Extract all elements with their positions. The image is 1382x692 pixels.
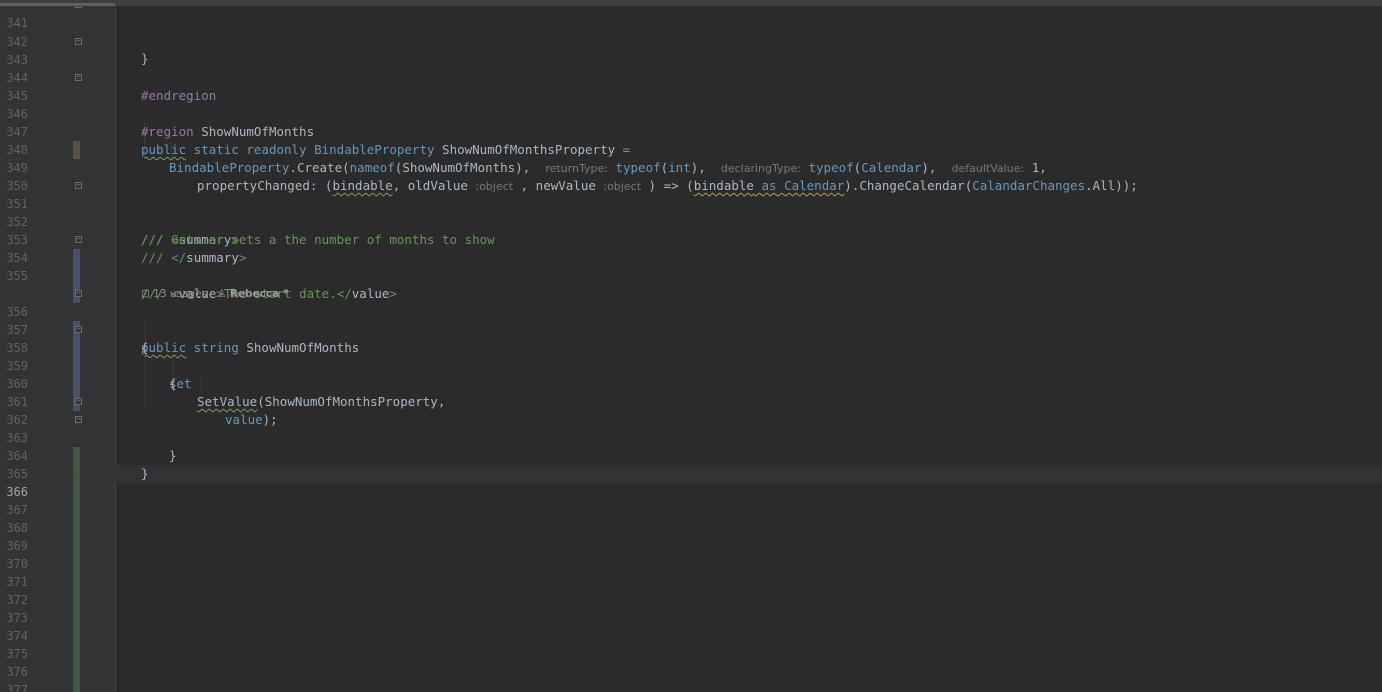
- code-line[interactable]: 375: [0, 627, 1382, 661]
- code-line[interactable]: 361 value);: [0, 375, 1382, 427]
- fold-start-icon[interactable]: −: [75, 290, 82, 297]
- code-line[interactable]: 372: [0, 573, 1382, 607]
- fold-end-icon[interactable]: −: [75, 398, 82, 405]
- code-line[interactable]: 368: [0, 501, 1382, 535]
- code-line[interactable]: 343 − #endregion: [0, 33, 1382, 104]
- code-line[interactable]: 347 public static readonly BindablePrope…: [0, 105, 1382, 157]
- code-line[interactable]: 358 − set: [0, 321, 1382, 392]
- code-line[interactable]: 364: [0, 429, 1382, 463]
- code-line[interactable]: 352 /// Gets or sets a the number of mon…: [0, 195, 1382, 247]
- code-line[interactable]: 377: [0, 663, 1382, 692]
- code-line[interactable]: 350: [0, 159, 1382, 193]
- code-line[interactable]: 360 SetValue(ShowNumOfMonthsProperty,: [0, 357, 1382, 409]
- code-line[interactable]: 376: [0, 645, 1382, 679]
- code-line[interactable]: 369: [0, 519, 1382, 553]
- code-line-current[interactable]: 366: [0, 465, 1382, 499]
- code-line[interactable]: 378: [0, 681, 1382, 692]
- code-line[interactable]: 356 − public string ShowNumOfMonths: [0, 285, 1382, 356]
- code-line[interactable]: 349 propertyChanged: (bindable, oldValue…: [0, 141, 1382, 193]
- code-line[interactable]: 374: [0, 609, 1382, 643]
- code-line[interactable]: 354 − /// <value>The start date.</value>: [0, 231, 1382, 302]
- code-line[interactable]: 365: [0, 447, 1382, 481]
- scroll-marker: [0, 3, 115, 6]
- code-line[interactable]: 370: [0, 537, 1382, 571]
- fold-end-icon[interactable]: −: [75, 38, 82, 45]
- code-line[interactable]: 373: [0, 591, 1382, 625]
- code-line[interactable]: 362 − }: [0, 393, 1382, 464]
- code-line[interactable]: 345 − #region ShowNumOfMonths: [0, 69, 1382, 140]
- code-line[interactable]: 342: [0, 15, 1382, 49]
- code-line[interactable]: 346: [0, 87, 1382, 121]
- code-line[interactable]: 367: [0, 483, 1382, 517]
- code-line[interactable]: 363 − }: [0, 411, 1382, 482]
- fold-end-icon[interactable]: −: [75, 236, 82, 243]
- fold-start-icon[interactable]: −: [75, 182, 82, 189]
- fold-end-icon[interactable]: −: [75, 416, 82, 423]
- editor-top-strip: [0, 0, 1382, 6]
- code-line[interactable]: 359 {: [0, 339, 1382, 391]
- code-line[interactable]: 348 BindableProperty.Create(nameof(ShowN…: [0, 123, 1382, 175]
- code-editor[interactable]: 341 − } 342 343 − #endregion 344 345 − #…: [0, 0, 1382, 692]
- code-line[interactable]: 357 {: [0, 303, 1382, 355]
- code-line[interactable]: 355: [0, 249, 1382, 283]
- code-line[interactable]: 353 /// </summary>: [0, 213, 1382, 265]
- fold-start-icon[interactable]: −: [75, 74, 82, 81]
- code-line[interactable]: 344: [0, 51, 1382, 85]
- code-line[interactable]: 351 − /// <summary>: [0, 177, 1382, 248]
- code-line[interactable]: 371: [0, 555, 1382, 589]
- fold-start-icon[interactable]: −: [75, 326, 82, 333]
- code-vision-row: ⊡ 13 usages ♙ Rebecca *: [0, 267, 1382, 300]
